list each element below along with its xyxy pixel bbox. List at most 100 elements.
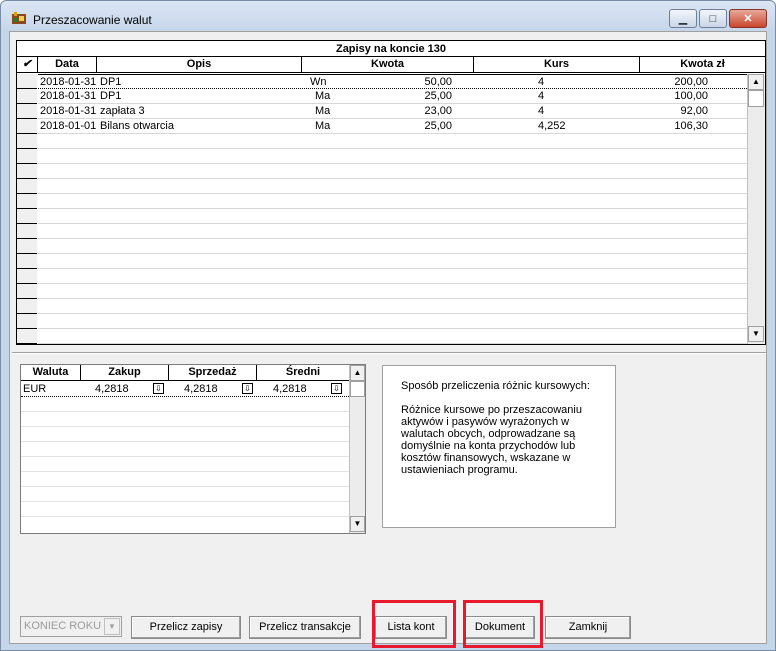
- row-rate: 4,252: [538, 120, 566, 132]
- title-bar[interactable]: Przeszacowanie walut ▁ □ ✕: [1, 1, 775, 31]
- rate-currency: EUR: [23, 383, 47, 395]
- table-row[interactable]: [38, 254, 747, 269]
- row-description: DP1: [100, 90, 122, 102]
- minimize-icon: ▁: [678, 13, 688, 25]
- column-header-currency[interactable]: Waluta: [21, 365, 81, 381]
- table-row[interactable]: [38, 314, 747, 329]
- scroll-thumb[interactable]: [748, 90, 764, 107]
- close-window-button[interactable]: ✕: [729, 9, 767, 28]
- maximize-button[interactable]: □: [699, 9, 727, 28]
- row-amount: 25,00: [424, 90, 452, 102]
- chevron-down-icon[interactable]: ▼: [104, 618, 120, 635]
- table-row[interactable]: [21, 472, 349, 487]
- table-row[interactable]: 2018-01-01 Bilans otwarcia Ma 25,00 4,25…: [38, 119, 747, 134]
- column-header-amount[interactable]: Kwota: [302, 57, 474, 73]
- row-description: zapłata 3: [100, 105, 145, 117]
- period-select[interactable]: KONIEC ROKU ▼: [20, 616, 122, 637]
- recalc-transactions-button[interactable]: Przelicz transakcje: [249, 616, 361, 639]
- row-side: Ma: [315, 90, 331, 102]
- entries-scrollbar[interactable]: ▲ ▼: [747, 74, 765, 344]
- table-row[interactable]: [38, 164, 747, 179]
- table-row[interactable]: [38, 329, 747, 344]
- mid-rate-picker-icon[interactable]: ⇩: [331, 383, 342, 394]
- column-header-rate[interactable]: Kurs: [474, 57, 640, 73]
- row-amount-pln: 106,30: [674, 120, 708, 132]
- table-row[interactable]: [38, 239, 747, 254]
- info-heading: Sposób przeliczenia różnic kursowych:: [401, 380, 590, 392]
- highlight-box-document: [463, 600, 543, 648]
- row-amount-pln: 100,00: [674, 90, 708, 102]
- main-window: Przeszacowanie walut ▁ □ ✕ Zapisy na kon…: [0, 0, 776, 651]
- table-row[interactable]: [21, 442, 349, 457]
- column-header-amount-pln[interactable]: Kwota zł: [640, 57, 765, 73]
- table-row[interactable]: [38, 194, 747, 209]
- table-row[interactable]: [21, 397, 349, 412]
- scroll-down-icon[interactable]: ▼: [748, 326, 764, 342]
- recalc-entries-button[interactable]: Przelicz zapisy: [131, 616, 241, 639]
- separator: [12, 352, 766, 354]
- table-row[interactable]: [38, 134, 747, 149]
- column-header-sell[interactable]: Sprzedaż: [169, 365, 257, 381]
- entries-grid[interactable]: Zapisy na koncie 130 ✔ Data Opis Kwota K…: [16, 40, 766, 345]
- row-amount: 50,00: [424, 76, 452, 88]
- scroll-thumb[interactable]: [350, 381, 365, 397]
- table-row[interactable]: 2018-01-31 zapłata 3 Ma 23,00 4 92,00: [38, 104, 747, 119]
- table-row[interactable]: [21, 412, 349, 427]
- table-row[interactable]: [38, 269, 747, 284]
- table-row[interactable]: 2018-01-31 DP1 Wn 50,00 4 200,00: [38, 74, 747, 89]
- scroll-up-icon[interactable]: ▲: [350, 365, 365, 381]
- table-row[interactable]: [38, 209, 747, 224]
- row-rate: 4: [538, 105, 545, 117]
- rate-mid[interactable]: 4,2818: [273, 382, 329, 396]
- row-description: DP1: [100, 76, 122, 88]
- row-date: 2018-01-31: [40, 90, 96, 102]
- row-date: 2018-01-01: [40, 120, 96, 132]
- table-row[interactable]: [38, 299, 747, 314]
- scroll-down-icon[interactable]: ▼: [350, 516, 365, 532]
- row-side: Ma: [315, 120, 331, 132]
- entries-grid-caption: Zapisy na koncie 130: [17, 41, 765, 57]
- minimize-button[interactable]: ▁: [669, 9, 697, 28]
- maximize-icon: □: [709, 12, 717, 25]
- row-amount-pln: 200,00: [674, 76, 708, 88]
- table-row[interactable]: [21, 427, 349, 442]
- close-button[interactable]: Zamknij: [545, 616, 631, 639]
- table-row[interactable]: EUR 4,2818 ⇩ 4,2818 ⇩ 4,2818 ⇩: [21, 382, 349, 397]
- column-header-buy[interactable]: Zakup: [81, 365, 169, 381]
- rates-grid[interactable]: Waluta Zakup Sprzedaż Średni EUR 4,2818 …: [20, 364, 366, 534]
- table-row[interactable]: [38, 284, 747, 299]
- close-icon: ✕: [743, 13, 753, 25]
- table-row[interactable]: [38, 149, 747, 164]
- row-date: 2018-01-31: [40, 105, 96, 117]
- rate-buy[interactable]: 4,2818: [95, 382, 151, 396]
- app-icon: [12, 12, 26, 24]
- column-header-mid[interactable]: Średni: [257, 365, 349, 381]
- row-rate: 4: [538, 90, 545, 102]
- table-row[interactable]: 2018-01-31 DP1 Ma 25,00 4 100,00: [38, 89, 747, 104]
- client-area: Zapisy na koncie 130 ✔ Data Opis Kwota K…: [9, 31, 767, 648]
- buy-rate-picker-icon[interactable]: ⇩: [153, 383, 164, 394]
- row-amount-pln: 92,00: [680, 105, 708, 117]
- row-amount: 23,00: [424, 105, 452, 117]
- entries-rows: 2018-01-31 DP1 Wn 50,00 4 200,00 2018-01…: [17, 74, 747, 344]
- row-side: Ma: [315, 105, 331, 117]
- sell-rate-picker-icon[interactable]: ⇩: [242, 383, 253, 394]
- period-select-value: KONIEC ROKU: [24, 620, 102, 632]
- table-row[interactable]: [21, 502, 349, 517]
- scroll-up-icon[interactable]: ▲: [748, 74, 764, 90]
- row-rate: 4: [538, 76, 545, 88]
- window-title: Przeszacowanie walut: [33, 13, 152, 27]
- highlight-box-accounts-list: [372, 600, 456, 648]
- rate-sell[interactable]: 4,2818: [184, 382, 240, 396]
- table-row[interactable]: [21, 487, 349, 502]
- rates-grid-header: Waluta Zakup Sprzedaż Średni: [21, 365, 349, 381]
- row-date: 2018-01-31: [40, 76, 96, 88]
- table-row[interactable]: [38, 224, 747, 239]
- column-header-description[interactable]: Opis: [97, 57, 302, 73]
- table-row[interactable]: [21, 457, 349, 472]
- table-row[interactable]: [38, 179, 747, 194]
- column-header-date[interactable]: Data: [38, 57, 97, 73]
- row-description: Bilans otwarcia: [100, 120, 174, 132]
- check-column-header[interactable]: ✔: [17, 57, 38, 73]
- rates-scrollbar[interactable]: ▲ ▼: [349, 365, 365, 533]
